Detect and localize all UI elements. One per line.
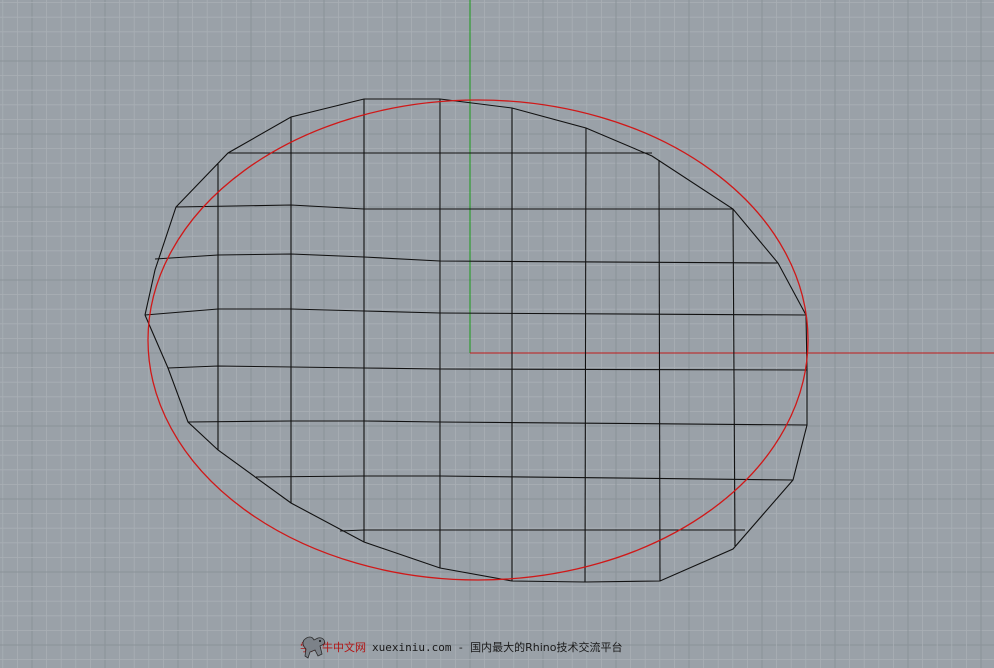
watermark: 学犀牛中文网 xuexiniu.com - 国内最大的Rhino技术交流平台 <box>300 634 622 660</box>
watermark-separator: - <box>457 640 465 654</box>
watermark-site: xuexiniu.com <box>372 640 452 654</box>
mesh-column <box>732 208 736 547</box>
ox-logo-icon <box>302 636 325 659</box>
ellipse-curve[interactable] <box>147 99 809 581</box>
mesh-row <box>187 420 808 426</box>
watermark-slogan: 国内最大的Rhino技术交流平台 <box>470 641 623 654</box>
rhino-top-viewport[interactable]: 学犀牛中文网 xuexiniu.com - 国内最大的Rhino技术交流平台 <box>0 0 994 668</box>
viewport-canvas[interactable] <box>0 0 994 668</box>
mesh-row <box>144 308 807 316</box>
mesh-row <box>154 253 779 264</box>
mesh-row <box>255 475 794 481</box>
